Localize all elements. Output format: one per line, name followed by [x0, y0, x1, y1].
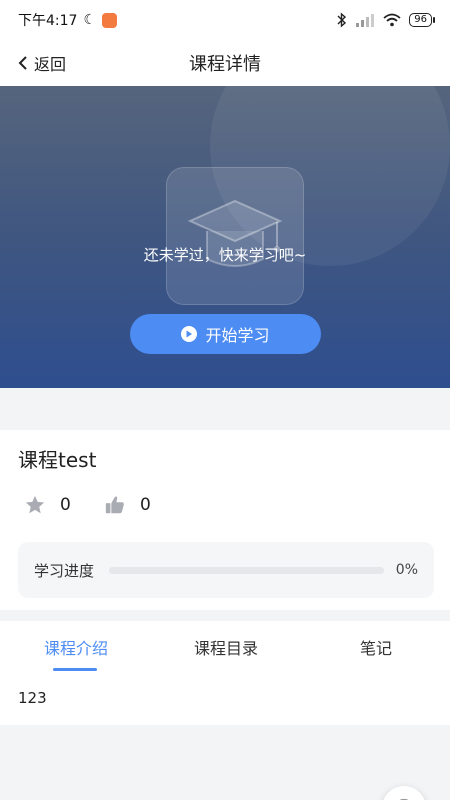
active-tab-indicator	[53, 668, 97, 671]
graduation-cap-icon	[187, 199, 283, 267]
status-right: 96	[337, 12, 435, 28]
course-tabs: 课程介绍 课程目录 笔记 123	[0, 621, 450, 725]
signal-icon	[356, 14, 375, 27]
moon-icon: ☾	[83, 12, 97, 28]
course-info-card: 课程test 0 0 学习进度 0%	[0, 430, 450, 610]
status-bar: 下午4:17 ☾ 96	[0, 0, 450, 40]
status-left: 下午4:17 ☾	[18, 10, 118, 30]
star-icon	[25, 495, 45, 514]
like-count: 0	[140, 495, 151, 515]
floating-action-button[interactable]	[382, 786, 426, 800]
nav-bar: 返回 课程详情	[0, 40, 450, 86]
learning-progress: 学习进度 0%	[18, 542, 434, 598]
status-time: 下午4:17	[18, 13, 78, 29]
start-learning-button[interactable]: 开始学习	[130, 314, 321, 354]
battery-icon: 96	[409, 13, 435, 27]
course-cover: 还未学过，快来学习吧~ 开始学习	[0, 86, 450, 388]
cover-placeholder	[166, 167, 304, 305]
start-learning-label: 开始学习	[205, 326, 270, 345]
page-title: 课程详情	[189, 54, 261, 75]
tab-notes[interactable]: 笔记	[360, 635, 392, 659]
tab-course-intro[interactable]: 课程介绍	[44, 635, 108, 659]
progress-percent: 0%	[395, 562, 418, 578]
chevron-left-icon	[18, 56, 27, 70]
progress-bar	[109, 566, 384, 574]
not-started-message: 还未学过，快来学习吧~	[143, 246, 307, 264]
wifi-icon	[383, 13, 401, 27]
course-title: 课程test	[18, 448, 97, 472]
favorite-stat[interactable]: 0	[24, 494, 71, 516]
course-intro-content: 123	[18, 689, 47, 707]
progress-label: 学习进度	[34, 561, 95, 580]
tab-course-catalog[interactable]: 课程目录	[194, 635, 258, 659]
favorite-count: 0	[60, 495, 71, 515]
play-icon	[181, 326, 198, 342]
back-button[interactable]: 返回	[18, 49, 66, 77]
bluetooth-icon	[337, 12, 347, 28]
thumbs-up-icon	[105, 496, 124, 514]
like-stat[interactable]: 0	[104, 494, 151, 516]
app-notification-icon	[102, 12, 118, 28]
back-label: 返回	[34, 55, 67, 74]
